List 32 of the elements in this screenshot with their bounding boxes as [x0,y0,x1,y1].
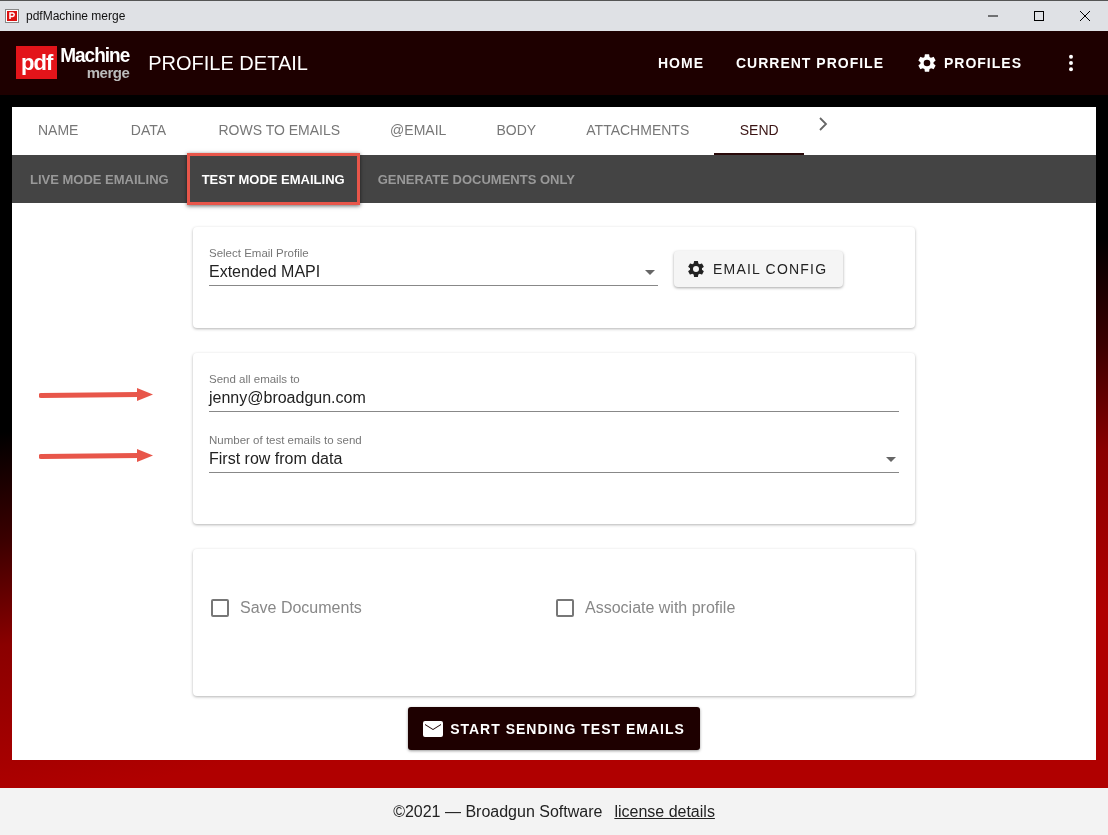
tab[interactable]: DATA [103,107,194,155]
more-menu-icon[interactable] [1068,54,1074,72]
logo-machine: Machine [60,45,130,66]
nav-button[interactable]: CURRENT PROFILE [720,45,900,81]
app-icon [5,9,19,23]
nav-button[interactable]: PROFILES [900,45,1038,81]
mode-tab[interactable]: TEST MODE EMAILING [186,153,360,205]
logo-pdf: pdf [16,46,58,79]
tab[interactable]: ROWS TO EMAILS [193,107,366,155]
tab[interactable]: BODY [471,107,562,155]
checkbox-label: Save Documents [240,599,362,617]
email-field[interactable]: Send all emails to jenny@broadgun.com [209,373,899,412]
copyright-text: ©2021 — Broadgun Software [393,802,603,821]
tab[interactable]: @EMAIL [365,107,472,155]
settings-icon [916,52,938,74]
envelope-icon [423,720,444,737]
tab[interactable]: ATTACHMENTS [561,107,715,155]
checkbox-label: Associate with profile [585,599,736,617]
logo-merge: merge [86,65,130,80]
chevron-right-icon[interactable] [818,117,829,131]
window-title: pdfMachine merge [26,9,126,23]
tab[interactable]: NAME [13,107,104,155]
page-title: PROFILE DETAIL [148,51,308,75]
nav-button[interactable]: HOME [642,45,720,81]
count-select[interactable]: Number of test emails to send First row from data [209,434,899,473]
email-config-button[interactable]: EMAIL CONFIG [674,251,844,287]
dropdown-caret-icon [645,269,655,275]
start-sending-button[interactable]: START SENDING TEST EMAILS [408,707,700,750]
dropdown-caret-icon [886,456,896,462]
settings-icon [686,259,706,279]
license-link[interactable]: license details [614,802,715,821]
email-profile-select[interactable]: Select Email Profile Extended MAPI [209,247,658,286]
